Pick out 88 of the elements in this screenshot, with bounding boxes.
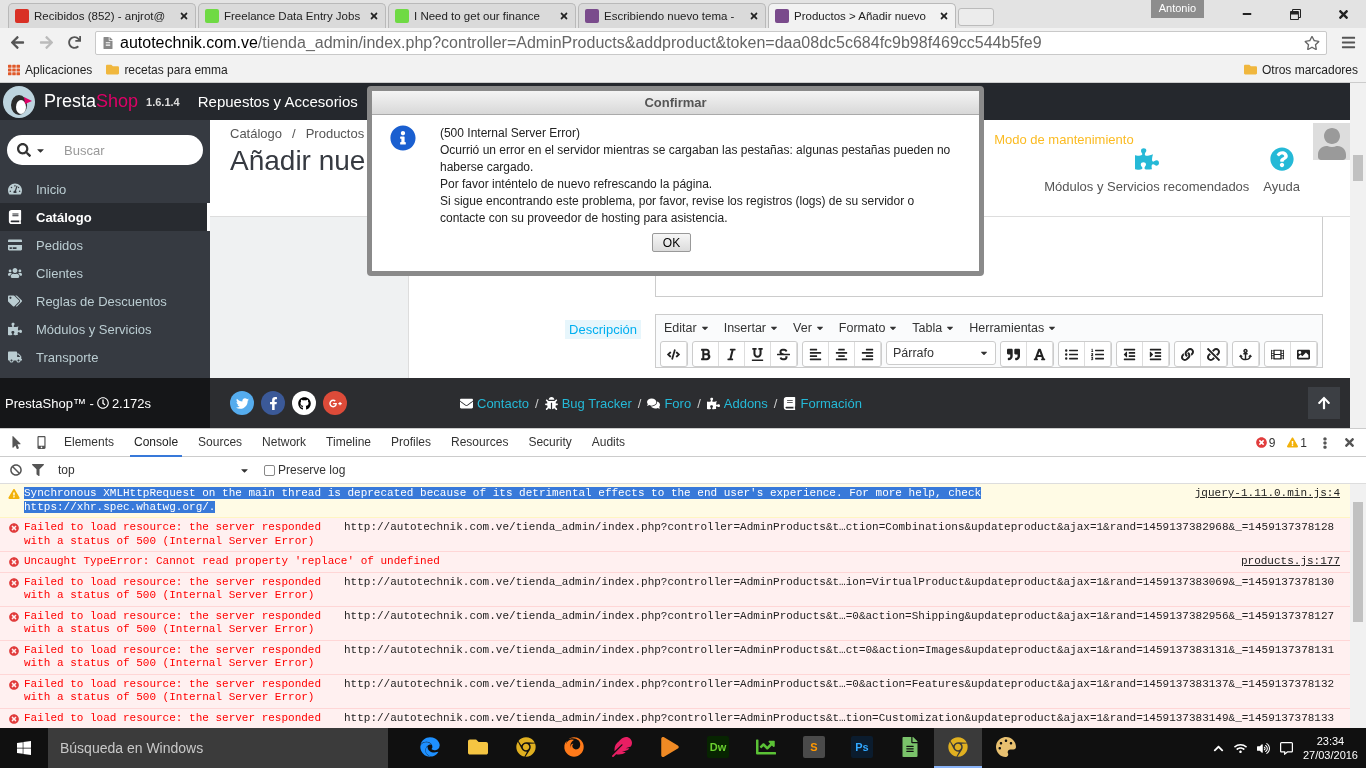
header-action[interactable]: Módulos y Servicios recomendados [1044, 147, 1250, 194]
breadcrumb[interactable]: Catálogo [230, 126, 283, 141]
console-message: Failed to load resource: the server responded with a status of 500 (Internal Server Error) [24, 575, 323, 603]
footer-link[interactable]: Foro [664, 395, 692, 411]
breadcrumb[interactable]: Productos [305, 126, 365, 141]
page-title: Añadir nue [230, 145, 366, 177]
taskbar-app[interactable]: Ps [838, 728, 886, 768]
sidebar-item[interactable]: Módulos y Servicios [0, 315, 210, 343]
devtools-tab[interactable]: Security [524, 428, 576, 457]
photoshop-icon: Ps [851, 736, 873, 758]
breadcrumb: / [292, 126, 296, 141]
shop-name: Repuestos y Accesorios [197, 93, 358, 110]
devtools-tab[interactable]: Console [130, 428, 183, 457]
footer-link[interactable]: Formación [800, 395, 862, 411]
request-url: http://autotechnik.com.ve/tienda_admin/index.php?controller=AdminProducts&t…=0&action=Shipping&updateproduct&ajax=1&rand=1459137382956&_=1459137378127 [344, 609, 1336, 623]
dialog-message: Por favor inténtelo de nuevo refrescando la página. [439, 176, 713, 193]
editor-menu[interactable]: Tabla [912, 321, 956, 335]
request-url: http://autotechnik.com.ve/tienda_admin/index.php?controller=AdminProducts&t…=0&action=Features&updateproduct&ajax=1&rand=1459137383137&_=1459137378132 [344, 677, 1336, 691]
request-url: http://autotechnik.com.ve/tienda_admin/index.php?controller=AdminProducts&t…ion=VirtualProduct&updateproduct&ajax=1&rand=1459137383069&_=1459137378130 [344, 575, 1336, 589]
editor-menu[interactable]: Herramientas [969, 321, 1058, 335]
browser-tab[interactable]: Recibidos (852) - anjrot@ [8, 3, 196, 28]
sidebar-item[interactable]: Transporte [0, 343, 210, 371]
browser-tab[interactable]: Productos > Añadir nuevo [768, 3, 956, 28]
sidebar-item[interactable]: Catálogo [0, 203, 210, 231]
browser-tab[interactable]: Escribiendo nuevo tema - [578, 3, 766, 28]
editor-menu[interactable]: Insertar [723, 321, 780, 335]
header-action[interactable]: Ayuda [1263, 147, 1300, 194]
warning-count[interactable]: 1 [1300, 435, 1307, 450]
version-label: 1.6.1.4 [146, 95, 180, 108]
devtools-tab[interactable]: Profiles [387, 428, 436, 457]
footer-link[interactable]: Addons [723, 395, 768, 411]
checkbox-label: Preserve log [278, 463, 346, 477]
sidebar-item[interactable]: Inicio [0, 175, 210, 203]
bookmark[interactable]: Otros marcadores [1261, 62, 1358, 77]
format-select[interactable]: Párrafo [886, 341, 996, 365]
console-message: Synchronous XMLHttpRequest on the main thread is deprecated because of its detrimental effects to the end user's experience. For more help, check https://xhr.spec.whatwg.org/. [24, 487, 983, 514]
address-field[interactable]: autotechnik.com.ve/tienda_admin/index.php?controller=AdminProducts&addproduct&token=daa08dc5c684fc9b98f469cc544b5fe9 [95, 30, 1327, 55]
devtools-tab[interactable]: Network [258, 428, 311, 457]
taskbar-app[interactable]: S [790, 728, 838, 768]
footer-link[interactable]: Bug Tracker [561, 395, 632, 411]
bookmark[interactable]: recetas para emma [124, 62, 228, 77]
dialog-title: Confirmar [372, 91, 979, 115]
console-message: Uncaught TypeError: Cannot read property 'replace' of undefined [24, 555, 441, 569]
separator: / [697, 395, 701, 411]
clock[interactable]: 23:34 27/03/2016 [1302, 734, 1358, 762]
error-count[interactable]: 9 [1268, 435, 1276, 450]
field-label: Descripción [565, 320, 641, 339]
dreamweaver-icon: Dw [707, 736, 729, 758]
separator: / [773, 395, 778, 411]
editor-menu[interactable]: Ver [793, 321, 825, 335]
footer-link[interactable]: Contacto [477, 395, 530, 411]
console-message: Failed to load resource: the server responded with a status of 500 (Internal Server Error) [24, 521, 323, 548]
sidebar-item[interactable]: Clientes [0, 259, 210, 287]
devtools-tab[interactable]: Resources [447, 428, 513, 457]
search-field[interactable]: Búsqueda en Windows [48, 728, 388, 768]
editor-menu[interactable]: Formato [838, 321, 899, 335]
source-link[interactable]: products.js:177 [1240, 555, 1340, 569]
context-select[interactable]: top [54, 463, 254, 477]
browser-tab[interactable]: I Need to get our finance [388, 3, 576, 28]
request-url: http://autotechnik.com.ve/tienda_admin/index.php?controller=AdminProducts&t…tion=Customization&updateproduct&ajax=1&rand=1459137383149&_=1459137378133 [344, 711, 1336, 725]
sidebar-item[interactable]: Pedidos [0, 231, 210, 259]
footer-credit: PrestaShop™ - [5, 395, 94, 411]
rich-text-editor[interactable]: Editar Insertar Ver Formato Tabla Herramientas Párrafo [655, 314, 1323, 368]
request-url: http://autotechnik.com.ve/tienda_admin/index.php?controller=AdminProducts&t…ct=0&action=Images&updateproduct&ajax=1&rand=1459137383131&_=1459137378131 [344, 643, 1336, 657]
console-message: Failed to load resource: the server responded with a status of 500 (Internal Server Error) [24, 609, 323, 637]
editor-menu[interactable]: Editar [664, 321, 710, 335]
taskbar-app[interactable]: Dw [694, 728, 742, 768]
console-message: Failed to load resource: the server responded [24, 711, 323, 725]
console-message: Failed to load resource: the server responded with a status of 500 (Internal Server Error) [24, 643, 323, 671]
devtools-tab[interactable]: Sources [194, 428, 247, 457]
browser-tab[interactable]: Freelance Data Entry Jobs [198, 3, 386, 28]
separator: / [535, 395, 539, 411]
load-time: 2.172s [111, 395, 151, 411]
ok-button[interactable]: OK [652, 233, 691, 252]
request-url: http://autotechnik.com.ve/tienda_admin/index.php?controller=AdminProducts&t…ction=Combinations&updateproduct&ajax=1&rand=1459137382968&_=1459137378128 [344, 521, 1336, 535]
bookmark[interactable]: Aplicaciones [25, 62, 93, 77]
devtools-tab[interactable]: Elements [60, 428, 119, 457]
sublime-icon: S [803, 736, 825, 758]
dialog-message: Ocurrió un error en el servidor mientras se cargaban las pestañas: algunas pestañas pueden no haberse cargado. [439, 142, 952, 176]
devtools-tab[interactable]: Timeline [322, 428, 375, 457]
console-message: Failed to load resource: the server responded with a status of 500 (Internal Server Error) [24, 677, 323, 705]
separator: / [637, 395, 642, 411]
dialog-message: (500 Internal Server Error) [439, 125, 580, 142]
sidebar-item[interactable]: Reglas de Descuentos [0, 287, 210, 315]
devtools-tab[interactable]: Audits [587, 428, 630, 457]
source-link[interactable]: jquery-1.11.0.min.js:4 [1194, 487, 1340, 501]
brand-name: PrestaShop [44, 91, 139, 112]
dialog-message: Si sigue encontrando este problema, por favor, revise los registros (logs) de su servidor o contacte con su proveedor de hosting para asistencia. [439, 193, 916, 227]
